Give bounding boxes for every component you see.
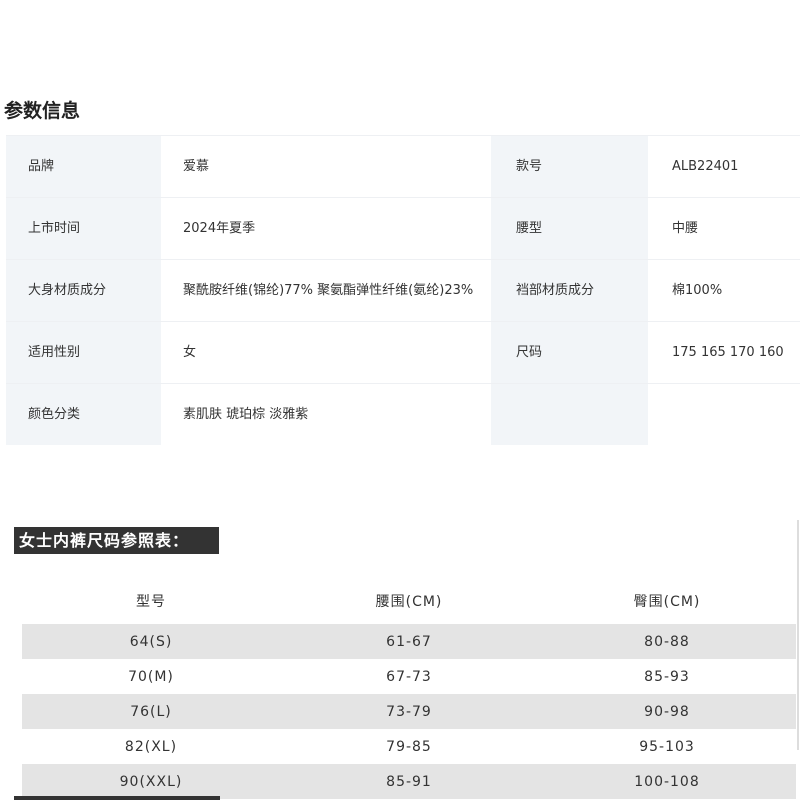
bottom-rule	[14, 796, 220, 800]
size-model: 90(XXL)	[22, 764, 280, 799]
param-value	[648, 383, 800, 445]
size-row: 90(XXL) 85-91 100-108	[22, 764, 796, 799]
params-section-title: 参数信息	[4, 100, 81, 122]
right-edge-divider	[797, 520, 799, 750]
params-row: 大身材质成分 聚酰胺纤维(锦纶)77% 聚氨酯弹性纤维(氨纶)23% 裆部材质成…	[6, 259, 800, 322]
params-table: 品牌 爱慕 款号 ALB22401 上市时间 2024年夏季 腰型 中腰 大身材…	[6, 135, 800, 445]
param-label: 品牌	[6, 135, 161, 198]
size-waist: 67-73	[280, 659, 538, 694]
size-hip: 100-108	[538, 764, 796, 799]
param-label: 尺码	[491, 321, 648, 384]
size-model: 64(S)	[22, 624, 280, 659]
size-row: 82(XL) 79-85 95-103	[22, 729, 796, 764]
param-label: 裆部材质成分	[491, 259, 648, 322]
size-waist: 61-67	[280, 624, 538, 659]
param-value: 棉100%	[648, 259, 800, 322]
size-header-model: 型号	[22, 578, 280, 624]
param-value: 女	[161, 321, 491, 384]
size-hip: 85-93	[538, 659, 796, 694]
size-model: 76(L)	[22, 694, 280, 729]
param-label: 款号	[491, 135, 648, 198]
param-label: 颜色分类	[6, 383, 161, 445]
params-row: 品牌 爱慕 款号 ALB22401	[6, 135, 800, 198]
param-label: 适用性别	[6, 321, 161, 384]
param-value: 聚酰胺纤维(锦纶)77% 聚氨酯弹性纤维(氨纶)23%	[161, 259, 491, 322]
param-label: 腰型	[491, 197, 648, 260]
size-hip: 80-88	[538, 624, 796, 659]
param-label: 大身材质成分	[6, 259, 161, 322]
param-value: ALB22401	[648, 135, 800, 198]
size-row: 76(L) 73-79 90-98	[22, 694, 796, 729]
size-row: 64(S) 61-67 80-88	[22, 624, 796, 659]
params-row: 颜色分类 素肌肤 琥珀棕 淡雅紫	[6, 383, 800, 445]
params-row: 适用性别 女 尺码 175 165 170 160	[6, 321, 800, 384]
size-model: 82(XL)	[22, 729, 280, 764]
size-header-hip: 臀围(CM)	[538, 578, 796, 624]
size-hip: 90-98	[538, 694, 796, 729]
param-label	[491, 383, 648, 445]
params-row: 上市时间 2024年夏季 腰型 中腰	[6, 197, 800, 260]
size-header-waist: 腰围(CM)	[280, 578, 538, 624]
size-chart-title: 女士内裤尺码参照表：	[14, 527, 219, 554]
param-value: 中腰	[648, 197, 800, 260]
size-hip: 95-103	[538, 729, 796, 764]
size-header-row: 型号 腰围(CM) 臀围(CM)	[22, 578, 796, 624]
size-chart-table: 型号 腰围(CM) 臀围(CM) 64(S) 61-67 80-88 70(M)…	[22, 578, 796, 799]
size-model: 70(M)	[22, 659, 280, 694]
param-value: 2024年夏季	[161, 197, 491, 260]
param-value: 爱慕	[161, 135, 491, 198]
size-waist: 85-91	[280, 764, 538, 799]
size-waist: 73-79	[280, 694, 538, 729]
size-waist: 79-85	[280, 729, 538, 764]
param-label: 上市时间	[6, 197, 161, 260]
size-row: 70(M) 67-73 85-93	[22, 659, 796, 694]
param-value: 175 165 170 160	[648, 321, 800, 384]
param-value: 素肌肤 琥珀棕 淡雅紫	[161, 383, 491, 445]
